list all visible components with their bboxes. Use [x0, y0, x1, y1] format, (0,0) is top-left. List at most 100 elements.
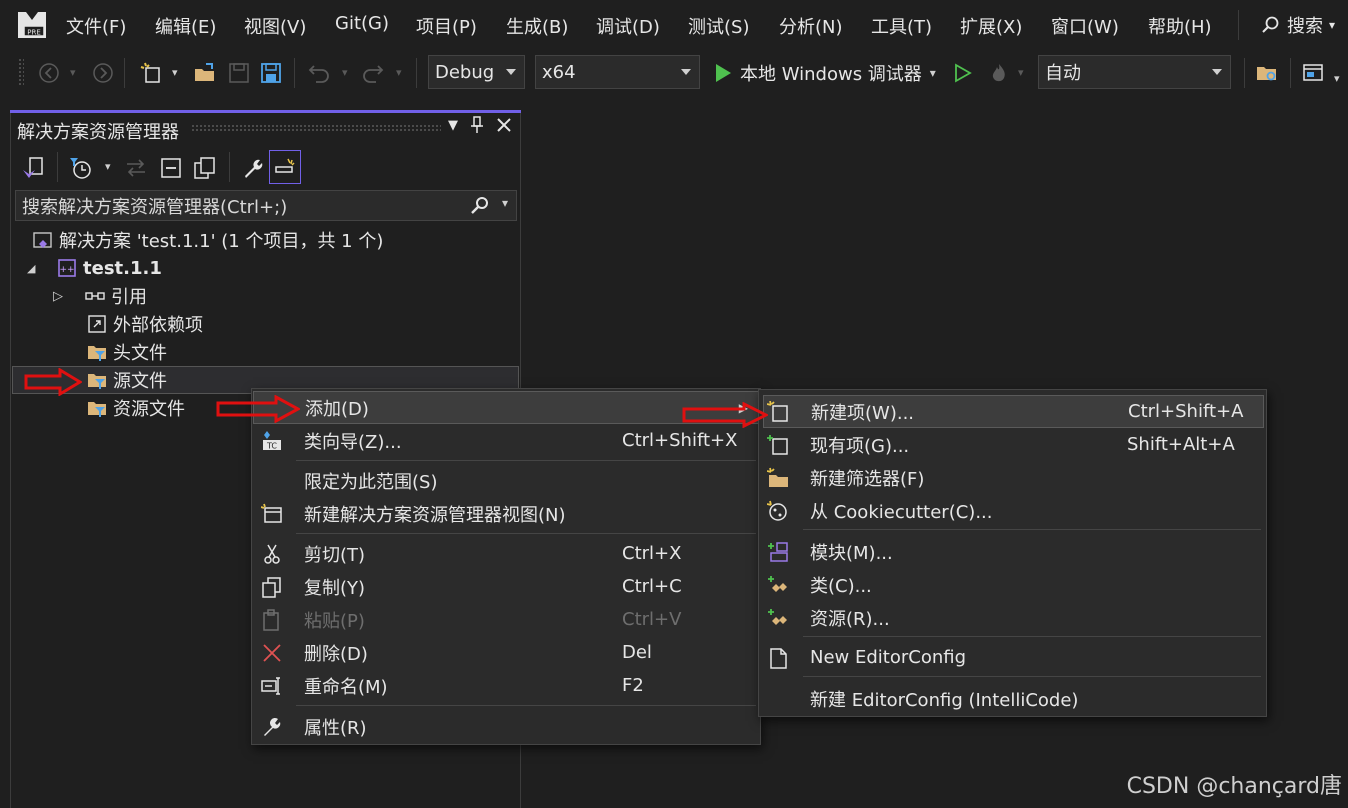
- menu-item-scope-to-this[interactable]: 限定为此范围(S): [252, 464, 760, 497]
- menu-item-label: 类向导(Z)...: [304, 431, 402, 453]
- chevron-down-icon[interactable]: ▾: [105, 160, 111, 173]
- tree-node-project[interactable]: ◢ ++ test.1.1: [27, 255, 162, 281]
- menu-item-properties[interactable]: 属性(R): [252, 710, 760, 743]
- start-without-debugging-icon[interactable]: [952, 62, 974, 84]
- menu-view[interactable]: 视图(V): [244, 13, 306, 39]
- standard-toolbar: ▾ ▾ ▾ ▾ Debug x64 本地 Windows 调试器 ▾ ▾ 自动 …: [0, 50, 1348, 94]
- menu-tools[interactable]: 工具(T): [871, 13, 932, 39]
- new-project-icon[interactable]: [140, 62, 162, 84]
- menu-extensions[interactable]: 扩展(X): [960, 13, 1022, 39]
- menu-help[interactable]: 帮助(H): [1148, 13, 1212, 39]
- redo-icon[interactable]: [362, 62, 384, 84]
- window-menu-chevron-icon[interactable]: ▼: [448, 118, 458, 133]
- solution-config-dropdown[interactable]: Debug: [428, 55, 525, 89]
- cookiecutter-icon: [767, 500, 787, 521]
- menu-item-class[interactable]: 类(C)...: [759, 568, 1266, 601]
- chevron-down-icon: [1212, 69, 1222, 75]
- tree-node-header-files[interactable]: 头文件: [87, 339, 167, 365]
- global-search[interactable]: 搜索 ▾: [1238, 10, 1335, 40]
- menu-separator: [296, 705, 756, 706]
- collapse-all-icon[interactable]: [159, 156, 183, 180]
- close-icon[interactable]: [496, 117, 512, 133]
- chevron-down-icon[interactable]: ▾: [70, 66, 76, 79]
- platform-value: x64: [542, 61, 576, 83]
- visual-studio-preview-logo[interactable]: PRE: [16, 8, 48, 40]
- chevron-down-icon[interactable]: ▾: [1018, 66, 1024, 79]
- expanded-triangle-icon[interactable]: ◢: [27, 262, 57, 275]
- chevron-down-icon[interactable]: ▾: [1334, 72, 1340, 85]
- menu-item-delete[interactable]: 删除(D) Del: [252, 636, 760, 669]
- menu-window[interactable]: 窗口(W): [1051, 13, 1119, 39]
- menu-item-cut[interactable]: 剪切(T) Ctrl+X: [252, 537, 760, 570]
- toolbar-grip[interactable]: [18, 58, 24, 86]
- save-all-icon[interactable]: [260, 62, 282, 84]
- menu-item-new-item[interactable]: 新建项(W)... Ctrl+Shift+A: [763, 395, 1264, 428]
- menu-item-copy[interactable]: 复制(Y) Ctrl+C: [252, 570, 760, 603]
- menu-item-class-wizard[interactable]: TC 类向导(Z)... Ctrl+Shift+X: [252, 424, 760, 457]
- search-label: 搜索: [1287, 16, 1323, 37]
- resource-icon: [768, 608, 787, 625]
- menu-item-paste[interactable]: 粘贴(P) Ctrl+V: [252, 603, 760, 636]
- preview-selected-items-button[interactable]: [269, 150, 301, 184]
- tree-node-external-deps[interactable]: 外部依赖项: [87, 311, 203, 337]
- open-folder-icon[interactable]: [194, 62, 216, 84]
- menu-edit[interactable]: 编辑(E): [155, 13, 216, 39]
- switch-views-icon[interactable]: [21, 156, 45, 180]
- menu-build[interactable]: 生成(B): [506, 13, 568, 39]
- menu-item-resource[interactable]: 资源(R)...: [759, 601, 1266, 634]
- hot-reload-icon[interactable]: [988, 62, 1010, 84]
- start-debugging-button[interactable]: 本地 Windows 调试器 ▾: [714, 58, 936, 88]
- menu-item-rename[interactable]: 重命名(M) F2: [252, 669, 760, 702]
- menu-item-new-filter[interactable]: 新建筛选器(F): [759, 461, 1266, 494]
- menu-analyze[interactable]: 分析(N): [779, 13, 843, 39]
- chevron-down-icon[interactable]: ▾: [502, 196, 508, 210]
- tree-node-references[interactable]: ▷ 引用: [53, 283, 147, 309]
- tree-node-source-files[interactable]: 源文件: [87, 367, 167, 393]
- menu-project[interactable]: 项目(P): [416, 13, 477, 39]
- panel-drag-grip[interactable]: [191, 124, 441, 132]
- sync-with-active-document-icon[interactable]: [125, 158, 147, 178]
- solution-explorer-search-input[interactable]: 搜索解决方案资源管理器(Ctrl+;) ▾: [15, 190, 517, 221]
- menu-debug[interactable]: 调试(D): [596, 13, 660, 39]
- menu-item-new-explorer-view[interactable]: 新建解决方案资源管理器视图(N): [252, 497, 760, 530]
- add-submenu: 新建项(W)... Ctrl+Shift+A 现有项(G)... Shift+A…: [758, 389, 1267, 717]
- menu-file[interactable]: 文件(F): [66, 13, 126, 39]
- menu-item-new-editorconfig-intellicode[interactable]: 新建 EditorConfig (IntelliCode): [759, 682, 1266, 715]
- menu-item-existing-item[interactable]: 现有项(G)... Shift+Alt+A: [759, 428, 1266, 461]
- chevron-down-icon[interactable]: ▾: [172, 66, 178, 79]
- menu-item-cookiecutter[interactable]: 从 Cookiecutter(C)...: [759, 494, 1266, 527]
- pin-icon[interactable]: [470, 116, 484, 134]
- menu-item-shortcut: Ctrl+C: [622, 576, 682, 597]
- pending-changes-filter-icon[interactable]: [69, 156, 93, 180]
- menu-item-module[interactable]: 模块(M)...: [759, 535, 1266, 568]
- platform-dropdown[interactable]: x64: [535, 55, 700, 89]
- search-icon[interactable]: [470, 196, 490, 216]
- chevron-down-icon[interactable]: ▾: [396, 66, 402, 79]
- folder-search-icon[interactable]: [1256, 62, 1278, 84]
- menu-git[interactable]: Git(G): [335, 13, 389, 34]
- toolbar-separator: [124, 58, 125, 88]
- chevron-down-icon[interactable]: ▾: [342, 66, 348, 79]
- annotation-arrow-icon: [24, 368, 82, 396]
- preview-icon: [275, 158, 295, 173]
- window-layout-icon[interactable]: [1302, 62, 1324, 84]
- navigate-back-icon[interactable]: [38, 62, 60, 84]
- scissors-icon: [264, 544, 280, 564]
- menu-item-label: 模块(M)...: [810, 542, 893, 564]
- class-wizard-icon: TC: [263, 430, 281, 450]
- navigate-forward-icon[interactable]: [92, 62, 114, 84]
- save-icon[interactable]: [228, 62, 250, 84]
- collapsed-triangle-icon[interactable]: ▷: [53, 289, 85, 304]
- external-dependencies-icon: [88, 315, 106, 333]
- show-all-files-icon[interactable]: [193, 156, 217, 180]
- menu-item-label: 新建项(W)...: [811, 402, 915, 424]
- menu-item-new-editorconfig[interactable]: New EditorConfig: [759, 641, 1266, 674]
- toolbar-separator: [229, 152, 230, 182]
- mode-dropdown[interactable]: 自动: [1038, 55, 1231, 89]
- tree-node-resource-files[interactable]: 资源文件: [87, 395, 185, 421]
- properties-wrench-icon[interactable]: [241, 156, 265, 180]
- undo-icon[interactable]: [308, 62, 330, 84]
- menu-test[interactable]: 测试(S): [688, 13, 749, 39]
- menu-separator: [296, 460, 756, 461]
- tree-node-solution[interactable]: 解决方案 'test.1.1' (1 个项目，共 1 个): [33, 227, 383, 253]
